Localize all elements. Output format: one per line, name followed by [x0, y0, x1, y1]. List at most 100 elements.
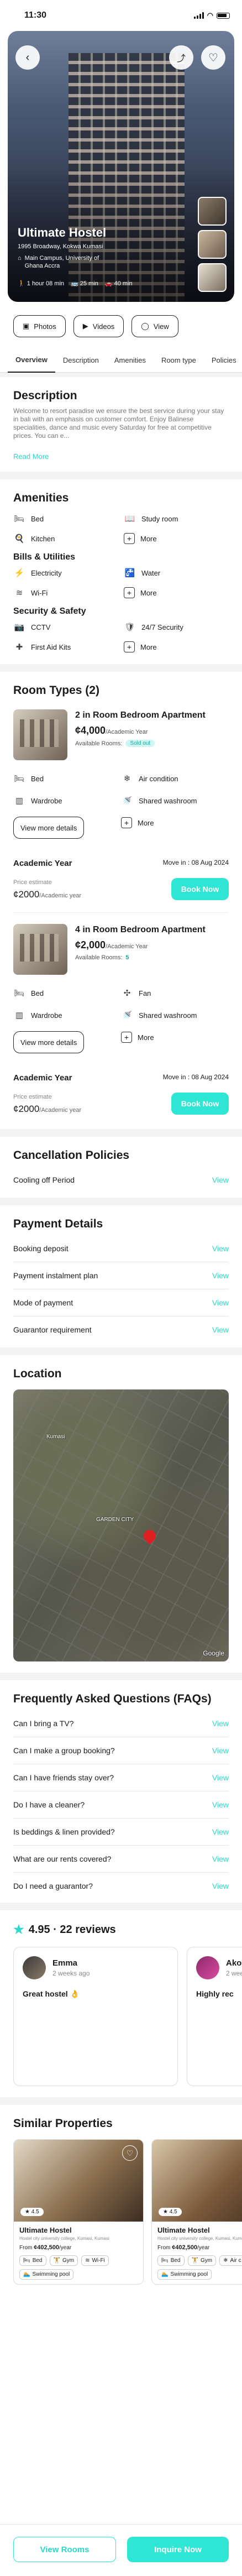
map-label: Kumasi: [46, 1434, 65, 1440]
tab-description[interactable]: Description: [55, 348, 107, 373]
amenity-item: 📖 Study room: [124, 513, 229, 525]
heart-icon[interactable]: ♡: [122, 2145, 138, 2161]
more-amenities-button[interactable]: + More: [124, 532, 229, 545]
share-button[interactable]: ⤴: [169, 45, 193, 70]
more-bills-button[interactable]: + More: [124, 587, 229, 599]
back-button[interactable]: ‹: [15, 45, 40, 70]
book-now-button[interactable]: Book Now: [171, 878, 229, 900]
view-link[interactable]: View: [212, 1882, 229, 1890]
view-link[interactable]: View: [212, 1271, 229, 1280]
cancellation-row: Cooling off Period View: [13, 1175, 229, 1184]
tab-overview[interactable]: Overview: [8, 348, 55, 373]
security-grid: 📷 CCTV 🛡 24/7 Security ✚ First Aid Kits + Mo…: [13, 621, 229, 653]
payment-row: Guarantor requirement View: [13, 1325, 229, 1334]
view-link[interactable]: View: [212, 1854, 229, 1863]
similar-carousel[interactable]: ♡ ★ 4.5 Ultimate Hostel Hostel city univ…: [13, 2139, 242, 2285]
plus-icon: +: [124, 533, 135, 544]
room-photo[interactable]: [13, 924, 67, 975]
property-card[interactable]: ★ 4.5 Ultimate Hostel Hostel city univer…: [151, 2139, 242, 2285]
tab-amenities[interactable]: Amenities: [107, 348, 154, 373]
property-amenities: 🛏 Bed 🏋 Gym ≋ Wi-Fi 🏊 Swimming pool: [19, 2255, 138, 2280]
videos-button[interactable]: ▶ Videos: [73, 315, 124, 337]
view-link[interactable]: View: [212, 1298, 229, 1307]
campus-name: Main Campus, University of Ghana Accra: [24, 255, 99, 269]
faq-row: Is beddings & linen provided? View: [13, 1819, 229, 1846]
view-rooms-button[interactable]: View Rooms: [13, 2537, 116, 2562]
view-link[interactable]: View: [212, 1773, 229, 1782]
view-link[interactable]: View: [212, 1719, 229, 1728]
more-features-button[interactable]: + More: [121, 1031, 229, 1043]
review-date: 2 weeks ago: [226, 1969, 242, 1977]
security-icon: 🛡: [124, 623, 135, 632]
amenities-section: Amenities 🛏 Bed 📖 Study room 🍳 Kitchen + Mor…: [0, 479, 242, 664]
tab-policies[interactable]: Policies: [204, 348, 242, 373]
room-card: 2 in Room Bedroom Apartment ¢4,000/Acade…: [13, 702, 229, 913]
view-link[interactable]: View: [212, 1244, 229, 1253]
amenity-chip: 🛏 Bed: [157, 2255, 185, 2266]
plus-icon: +: [124, 587, 135, 598]
rating-badge: ★ 4.5: [159, 2208, 182, 2216]
room-card: 4 in Room Bedroom Apartment ¢2,000/Acade…: [13, 916, 229, 1127]
property-photo: ★ 4.5: [152, 2140, 242, 2222]
view-link[interactable]: View: [212, 1325, 229, 1334]
map-label: GARDEN CITY: [96, 1517, 134, 1523]
property-photo: ♡ ★ 4.5: [14, 2140, 143, 2222]
bus-time: 🚌 25 min: [71, 280, 98, 287]
view-link[interactable]: View: [212, 1746, 229, 1755]
air-condition-icon: ❄: [123, 774, 131, 783]
kitchen-icon: 🍳: [14, 534, 25, 544]
academic-year-label: Academic Year: [13, 859, 72, 868]
status-badge: Sold out: [125, 740, 155, 747]
room-price: ¢2,000/Academic Year: [75, 939, 148, 950]
bottom-action-bar: View Rooms Inquire Now: [0, 2524, 242, 2576]
map-attribution: Google: [203, 1649, 224, 1657]
property-card[interactable]: ♡ ★ 4.5 Ultimate Hostel Hostel city univ…: [13, 2139, 144, 2285]
section-title: Amenities: [13, 492, 69, 504]
reviews-summary: 4.95 · 22 reviews: [28, 1923, 116, 1936]
academic-year-label: Academic Year: [13, 1073, 72, 1083]
review-card[interactable]: Emma 2 weeks ago Great hostel 👌: [13, 1947, 178, 2086]
room-availability: Available Rooms: Sold out: [75, 740, 206, 747]
photos-button[interactable]: ▣ Photos: [13, 315, 66, 337]
view-more-details-button[interactable]: View more details: [13, 1031, 85, 1053]
location-pin-icon: [141, 1527, 159, 1545]
cctv-icon: 📷: [14, 623, 25, 632]
book-now-button[interactable]: Book Now: [171, 1093, 229, 1115]
favorite-button[interactable]: ♡: [201, 45, 225, 70]
property-price: From ¢402,500/year: [19, 2244, 72, 2251]
campus-info: ⌂ Main Campus, University of Ghana Accra: [18, 254, 112, 270]
review-carousel[interactable]: Emma2 weeks ago Great hostel 👌 Ako2 week…: [13, 1947, 242, 2086]
view-button[interactable]: ◯ View: [131, 315, 178, 337]
reviews-section: ★ 4.95 · 22 reviews Emma 2 weeks ago Great…: [0, 1910, 242, 2097]
tab-room-type[interactable]: Room type: [154, 348, 204, 373]
view-link[interactable]: View: [212, 1800, 229, 1809]
section-title: Location: [13, 1367, 62, 1380]
read-more-link[interactable]: Read More: [13, 452, 229, 461]
room-photo[interactable]: [13, 709, 67, 760]
room-features: 🛏 Bed ❄ Air condition ▥ Wardrobe 🚿 Shared wa…: [13, 772, 229, 839]
more-features-button[interactable]: + More: [121, 817, 229, 829]
more-security-button[interactable]: + More: [124, 641, 229, 653]
location-map[interactable]: GARDEN CITY Kumasi Google: [13, 1389, 229, 1661]
view-more-details-button[interactable]: View more details: [13, 817, 85, 839]
first-aid-icon: ✚: [15, 642, 23, 652]
view-link[interactable]: View: [212, 1827, 229, 1836]
thumbnail[interactable]: [198, 263, 227, 292]
hero-image: ‹ ⤴ ♡ Ultimate Hostel 1995 Broadway, Kok…: [8, 31, 234, 302]
faq-row: Do I need a guarantor? View: [13, 1882, 229, 1890]
price-estimate: ¢2000/Academic year: [13, 889, 82, 900]
thumbnail[interactable]: [198, 230, 227, 259]
review-card[interactable]: Ako2 weeks ago Highly rec: [187, 1947, 242, 2086]
amenity-chip: 🏋 Gym: [49, 2255, 78, 2266]
property-amenities: 🛏 Bed 🏋 Gym ❄ Air c 🏊 Swimming pool: [157, 2255, 242, 2280]
water-icon: 🚰: [124, 568, 135, 578]
amenities-grid: 🛏 Bed 📖 Study room 🍳 Kitchen + More: [13, 513, 229, 545]
room-name: 2 in Room Bedroom Apartment: [75, 710, 206, 720]
thumbnail[interactable]: [198, 197, 227, 226]
property-address: Hostel city university college, Kumasi, …: [157, 2236, 242, 2241]
view-link[interactable]: View: [212, 1175, 229, 1184]
inquire-now-button[interactable]: Inquire Now: [127, 2537, 229, 2562]
location-section: Location GARDEN CITY Kumasi Google: [0, 1355, 242, 1673]
hostel-title: Ultimate Hostel: [18, 226, 107, 239]
room-availability: Available Rooms: 5: [75, 954, 129, 961]
